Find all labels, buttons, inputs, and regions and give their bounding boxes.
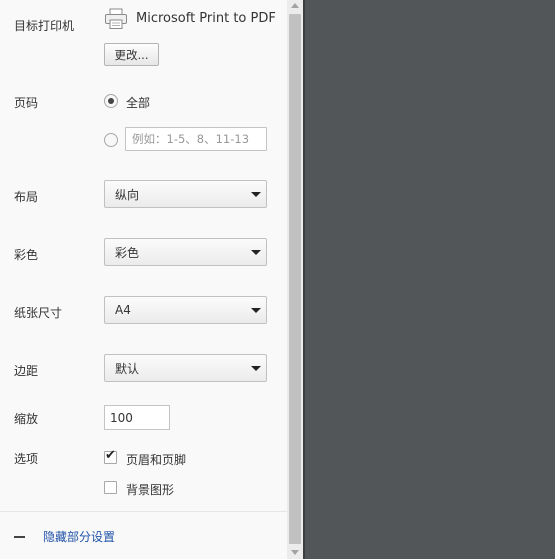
headers-footers-label[interactable]: 页眉和页脚 — [126, 451, 186, 468]
paper-size-label: 纸张尺寸 — [14, 306, 63, 320]
background-graphics-checkbox[interactable] — [104, 481, 117, 494]
print-preview-area — [305, 0, 555, 559]
margins-value: 默认 — [115, 361, 140, 376]
printer-icon — [104, 8, 128, 30]
destination-label: 目标打印机 — [14, 19, 75, 33]
scale-input[interactable]: 100 — [104, 405, 170, 430]
layout-value: 纵向 — [115, 187, 140, 202]
scrollbar-thumb[interactable] — [289, 14, 301, 544]
paper-size-value: A4 — [115, 303, 131, 317]
margins-label: 边距 — [14, 364, 39, 378]
pages-label: 页码 — [14, 96, 39, 110]
change-destination-button[interactable]: 更改... — [104, 43, 159, 66]
checkmark-icon: ✔ — [105, 448, 116, 463]
pages-custom-input[interactable]: 例如：1-5、8、11-13 — [125, 127, 267, 151]
scroll-up-arrow-icon[interactable] — [291, 3, 299, 8]
paper-size-select[interactable]: A4 — [104, 296, 267, 324]
margins-select[interactable]: 默认 — [104, 354, 267, 382]
color-label: 彩色 — [14, 248, 39, 262]
background-graphics-label[interactable]: 背景图形 — [126, 481, 174, 498]
headers-footers-checkbox[interactable]: ✔ — [104, 448, 117, 464]
color-select[interactable]: 彩色 — [104, 238, 267, 266]
color-value: 彩色 — [115, 245, 140, 260]
pages-custom-radio[interactable] — [104, 133, 118, 147]
collapse-settings-link[interactable]: 隐藏部分设置 — [43, 528, 115, 545]
chevron-down-icon — [251, 192, 261, 197]
layout-select[interactable]: 纵向 — [104, 180, 267, 208]
options-label: 选项 — [14, 452, 39, 466]
printer-name: Microsoft Print to PDF — [136, 11, 276, 26]
pages-all-radio[interactable] — [104, 94, 118, 108]
layout-label: 布局 — [14, 190, 39, 204]
chevron-down-icon — [251, 308, 261, 313]
divider — [0, 511, 287, 512]
minus-icon[interactable] — [14, 536, 25, 538]
chevron-down-icon — [251, 250, 261, 255]
pages-all-label[interactable]: 全部 — [126, 94, 150, 111]
print-settings-panel: 目标打印机 Microsoft Print to PDF 更改... 页码 全部… — [0, 0, 287, 559]
scrollbar[interactable] — [287, 0, 303, 559]
chevron-down-icon — [251, 366, 261, 371]
scale-label: 缩放 — [14, 412, 39, 426]
scroll-down-arrow-icon[interactable] — [291, 550, 299, 555]
